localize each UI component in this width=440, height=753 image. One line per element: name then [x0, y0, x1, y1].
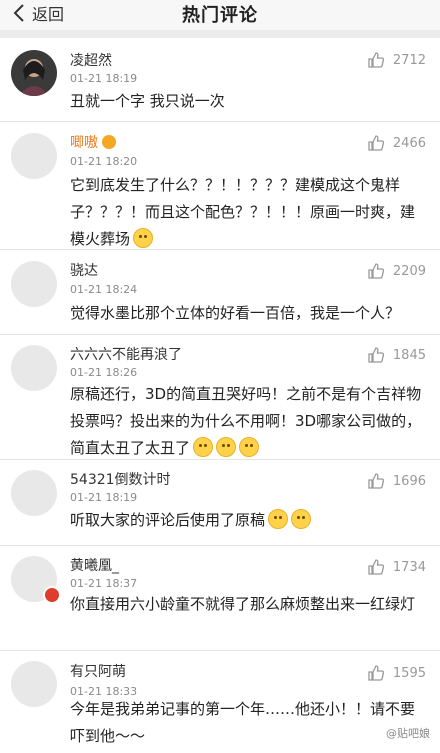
emoji-icon — [268, 509, 289, 529]
username-text: 唧嗷 — [70, 135, 98, 151]
emoji-icon — [133, 228, 154, 248]
thumbs-up-icon — [368, 347, 384, 363]
divider — [0, 30, 440, 38]
username[interactable]: 有只阿萌 — [70, 661, 126, 681]
comment-text-body: 它到底发生了什么？？！！？？？建模成这个鬼样子？？？！而且这个配色？？！！！原画… — [70, 176, 416, 248]
avatar[interactable] — [11, 345, 57, 391]
timestamp: 01-21 18:26 — [70, 366, 138, 379]
thumbs-up-icon — [368, 135, 384, 151]
comment-text: 它到底发生了什么？？！！？？？建模成这个鬼样子？？？！而且这个配色？？！！！原画… — [70, 172, 425, 253]
like-button[interactable]: 1734 — [367, 558, 426, 576]
emoji-icon — [291, 509, 312, 529]
avatar[interactable] — [11, 50, 57, 96]
comment-item: 唧嗷 01-21 18:20 2466 它到底发生了什么？？！！？？？建模成这个… — [0, 122, 440, 250]
comment-item: 凌超然 01-21 18:19 2712 丑就一个字 我只说一次 — [0, 38, 440, 122]
timestamp: 01-21 18:37 — [70, 577, 138, 590]
username[interactable]: 凌超然 — [70, 50, 112, 70]
thumbs-up-icon — [368, 52, 384, 68]
username[interactable]: 54321倒数计时 — [70, 469, 171, 489]
like-button[interactable]: 2466 — [367, 134, 426, 152]
comment-text-body: 听取大家的评论后使用了原稿 — [70, 511, 266, 529]
like-button[interactable]: 1845 — [367, 346, 426, 364]
emoji-icon — [239, 437, 260, 457]
like-count: 1845 — [392, 347, 426, 363]
avatar[interactable] — [11, 661, 57, 707]
comment-text: 丑就一个字 我只说一次 — [70, 92, 225, 110]
thumbs-up-icon — [368, 665, 384, 681]
comment-item: 54321倒数计时 01-21 18:19 1696 听取大家的评论后使用了原稿 — [0, 460, 440, 546]
thumbs-up-icon — [368, 559, 384, 575]
avatar[interactable] — [11, 133, 57, 179]
username[interactable]: 黄曦凰_ — [70, 555, 119, 575]
watermark: @贴吧娘 — [386, 727, 430, 740]
comment-text: 听取大家的评论后使用了原稿 — [70, 507, 425, 534]
like-button[interactable]: 2712 — [367, 51, 426, 69]
nav-bar: 返回 热门评论 — [0, 0, 440, 30]
avatar[interactable] — [11, 261, 57, 307]
comment-text: 今年是我弟弟记事的第一个年……他还小！！请不要吓到他～～ — [70, 700, 416, 745]
user-photo-icon — [11, 50, 57, 96]
comment-item: 有只阿萌 01-21 18:33 1595 今年是我弟弟记事的第一个年……他还小… — [0, 651, 440, 753]
comment-item: 黄曦凰_ 01-21 18:37 1734 你直接用六小龄童不就得了那么麻烦整出… — [0, 546, 440, 651]
verified-badge-icon — [43, 586, 61, 604]
comment-list: 凌超然 01-21 18:19 2712 丑就一个字 我只说一次 唧嗷 01-2… — [0, 38, 440, 753]
thumbs-up-icon — [368, 263, 384, 279]
like-count: 1595 — [392, 665, 426, 681]
emoji-icon — [216, 437, 237, 457]
timestamp: 01-21 18:20 — [70, 155, 138, 168]
comment-text: 原稿还行，3D的简直丑哭好吗！之前不是有个吉祥物投票吗？投出来的为什么不用啊！3… — [70, 381, 425, 462]
username[interactable]: 骁达 — [70, 260, 98, 280]
timestamp: 01-21 18:24 — [70, 283, 138, 296]
like-button[interactable]: 1696 — [367, 472, 426, 490]
timestamp: 01-21 18:19 — [70, 72, 138, 85]
username[interactable]: 唧嗷 — [70, 132, 116, 152]
like-count: 2712 — [392, 52, 426, 68]
comment-item: 六六六不能再浪了 01-21 18:26 1845 原稿还行，3D的简直丑哭好吗… — [0, 335, 440, 460]
comment-item: 骁达 01-21 18:24 2209 觉得水墨比那个立体的好看一百倍，我是一个… — [0, 250, 440, 335]
like-button[interactable]: 2209 — [367, 262, 426, 280]
avatar[interactable] — [11, 470, 57, 516]
timestamp: 01-21 18:19 — [70, 491, 138, 504]
username[interactable]: 六六六不能再浪了 — [70, 344, 182, 364]
like-count: 2466 — [392, 135, 426, 151]
thumbs-up-icon — [368, 473, 384, 489]
like-count: 1696 — [392, 473, 426, 489]
like-button[interactable]: 1595 — [367, 664, 426, 682]
comment-text: 你直接用六小龄童不就得了那么麻烦整出来一红绿灯 — [70, 595, 416, 613]
comment-text: 觉得水墨比那个立体的好看一百倍，我是一个人？ — [70, 304, 401, 322]
page-title: 热门评论 — [182, 5, 258, 26]
vip-icon — [102, 135, 116, 149]
like-count: 1734 — [392, 559, 426, 575]
emoji-icon — [193, 437, 214, 457]
like-count: 2209 — [392, 263, 426, 279]
